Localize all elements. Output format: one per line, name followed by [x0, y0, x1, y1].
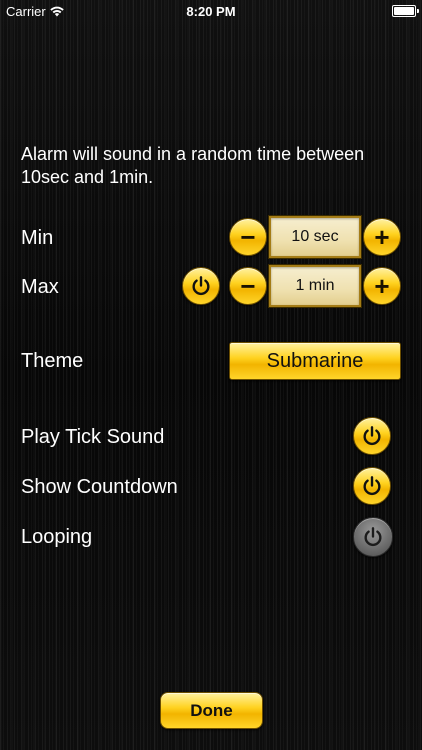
max-increase-button[interactable]: +	[363, 267, 401, 305]
max-stepper: − 1 min +	[229, 265, 401, 307]
looping-toggle[interactable]	[353, 517, 393, 557]
min-stepper: − 10 sec +	[229, 216, 401, 258]
status-bar: Carrier 8:20 PM	[0, 0, 422, 22]
power-icon	[363, 476, 381, 495]
power-icon	[364, 527, 382, 546]
alarm-description: Alarm will sound in a random time betwee…	[21, 144, 365, 187]
max-value-field: 1 min	[269, 265, 361, 307]
looping-label: Looping	[21, 526, 93, 548]
show-countdown-toggle[interactable]	[353, 467, 391, 505]
min-increase-button[interactable]: +	[363, 218, 401, 256]
done-button[interactable]: Done	[160, 692, 263, 729]
min-decrease-button[interactable]: −	[229, 218, 267, 256]
theme-label: Theme	[21, 350, 84, 372]
max-label: Max	[21, 276, 59, 298]
max-enable-toggle[interactable]	[182, 267, 220, 305]
play-tick-sound-label: Play Tick Sound	[21, 426, 165, 448]
status-time: 8:20 PM	[186, 4, 236, 19]
power-icon	[363, 426, 381, 445]
max-decrease-button[interactable]: −	[229, 267, 267, 305]
min-value-field: 10 sec	[269, 216, 361, 258]
show-countdown-label: Show Countdown	[21, 476, 178, 498]
min-label: Min	[21, 227, 54, 249]
power-icon	[192, 276, 210, 295]
theme-select-button[interactable]: Submarine	[229, 342, 401, 380]
status-right	[392, 4, 419, 20]
play-tick-sound-toggle[interactable]	[353, 417, 391, 455]
battery-icon	[392, 5, 419, 17]
